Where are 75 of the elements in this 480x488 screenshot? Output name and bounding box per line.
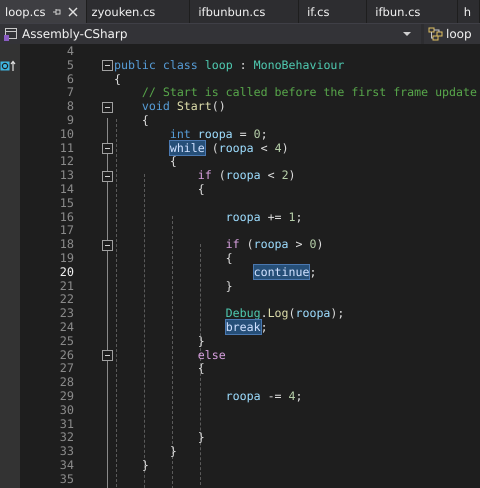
close-icon[interactable] <box>68 6 78 16</box>
code-line: { <box>114 72 121 86</box>
code-line: if (roopa > 0) <box>224 238 324 252</box>
code-line: roopa += 1; <box>224 210 302 224</box>
collapse-icon[interactable] <box>102 170 113 182</box>
line-number: 6 <box>66 72 74 86</box>
line-number: 34 <box>58 458 74 473</box>
code-line: public class loop : MonoBehaviour <box>114 58 344 73</box>
pin-icon[interactable] <box>52 6 62 16</box>
line-number: 23 <box>58 307 74 321</box>
line-number: 7 <box>66 86 74 100</box>
line-number: 8 <box>66 100 74 114</box>
line-number: 13 <box>58 169 74 183</box>
collapse-icon[interactable] <box>102 102 113 113</box>
code-line: roopa -= 4; <box>224 390 302 404</box>
code-line: // Start is called before the first frame update <box>140 86 477 100</box>
line-number: 22 <box>58 293 74 308</box>
code-line: while (roopa < 4) <box>168 142 289 156</box>
code-line: continue; <box>252 266 316 280</box>
line-number: 33 <box>58 445 74 459</box>
member-dropdown[interactable]: loop <box>424 24 480 44</box>
file-tab[interactable]: ifbun.cs <box>367 0 458 23</box>
code-line: break; <box>224 320 268 335</box>
code-line: { <box>224 252 233 266</box>
code-line: } <box>196 334 205 349</box>
line-number: 16 <box>58 210 74 224</box>
line-number: 10 <box>58 128 74 142</box>
line-number: 5 <box>66 58 74 73</box>
line-number: 25 <box>58 334 74 349</box>
line-number: 12 <box>58 155 74 170</box>
collapse-icon[interactable] <box>102 60 113 72</box>
window-icon <box>4 27 18 41</box>
code-line: { <box>196 182 205 197</box>
line-number: 21 <box>58 280 74 294</box>
line-number: 35 <box>58 472 74 487</box>
file-tab[interactable]: if.cs <box>299 0 368 23</box>
line-number: 18 <box>58 238 74 252</box>
collapse-icon[interactable] <box>102 240 113 251</box>
code-line: int roopa = 0; <box>168 128 268 142</box>
line-number: 29 <box>58 390 74 404</box>
code-line: } <box>168 445 177 459</box>
file-tab[interactable]: loop.cs <box>0 0 87 23</box>
line-number: 31 <box>58 418 74 432</box>
file-tab[interactable]: zyouken.cs <box>86 0 190 23</box>
collapse-icon[interactable] <box>102 142 113 154</box>
line-number: 26 <box>58 348 74 362</box>
line-number: 9 <box>66 114 74 128</box>
file-tab[interactable]: h <box>458 0 480 23</box>
code-line: void Start() <box>140 100 226 114</box>
code-line: else <box>196 348 226 362</box>
line-number: 24 <box>58 320 74 335</box>
line-number: 4 <box>66 44 74 59</box>
code-line: { <box>140 114 149 128</box>
code-line: { <box>168 155 177 170</box>
code-line: } <box>140 458 149 473</box>
code-line: if (roopa < 2) <box>196 169 296 183</box>
line-number: 28 <box>58 376 74 390</box>
code-line: { <box>196 362 205 376</box>
code-line: Debug.Log(roopa); <box>224 307 344 321</box>
line-number: 14 <box>58 182 74 197</box>
code-line: } <box>196 431 205 446</box>
line-number: 32 <box>58 431 74 446</box>
line-number: 15 <box>58 196 74 211</box>
class-icon <box>428 27 444 41</box>
project-dropdown[interactable]: Assembly-CSharp <box>0 24 421 44</box>
file-tab[interactable]: ifbunbun.cs <box>190 0 300 23</box>
line-number: 17 <box>58 224 74 238</box>
line-number: 19 <box>58 252 74 266</box>
line-number: 11 <box>58 142 74 156</box>
collapse-icon[interactable] <box>102 350 113 361</box>
code-line: } <box>224 280 233 294</box>
line-number: 27 <box>58 362 74 376</box>
line-number: 20 <box>58 266 74 280</box>
caret-icon <box>403 32 411 36</box>
line-number: 30 <box>58 404 74 418</box>
